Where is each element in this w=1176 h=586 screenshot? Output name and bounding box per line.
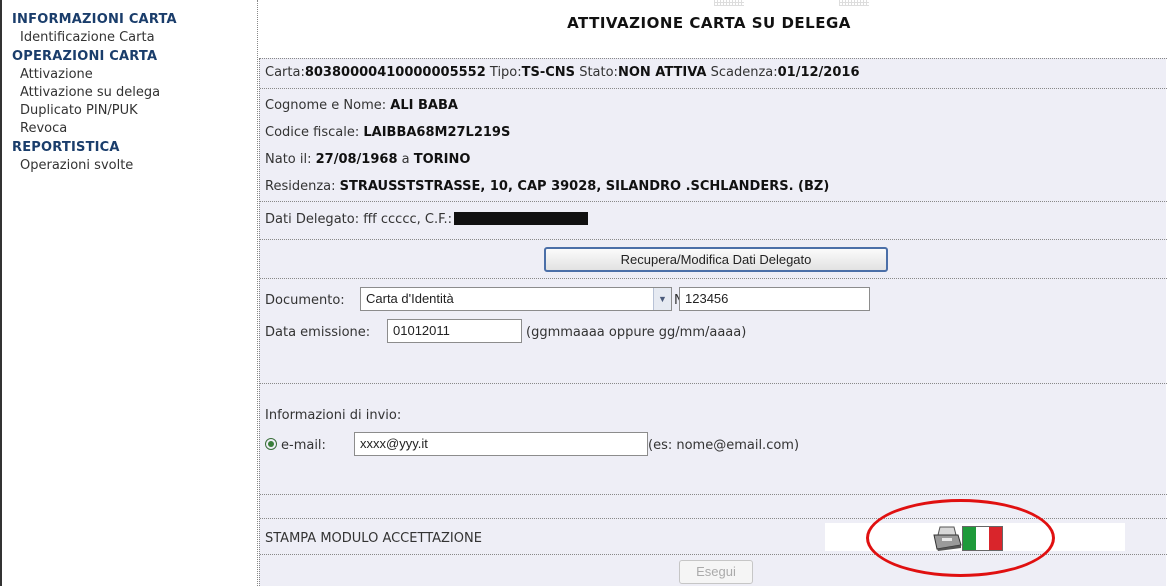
- activation-form-panel: Carta:80380000410000005552 Tipo:TS-CNS S…: [259, 58, 1167, 586]
- nome-label: Cognome e Nome:: [265, 98, 391, 113]
- nato-label: Nato il:: [265, 152, 316, 167]
- email-option[interactable]: e-mail:: [265, 438, 326, 453]
- watermark-pattern: [839, 0, 869, 6]
- sidebar-item-revoca[interactable]: Revoca: [2, 120, 257, 138]
- send-info-section: Informazioni di invio: e-mail: xxxx@yyy.…: [260, 383, 1167, 494]
- highlight-annotation: [866, 499, 1055, 577]
- esegui-button[interactable]: Esegui: [679, 560, 753, 584]
- carta-number: 80380000410000005552: [304, 65, 486, 80]
- redacted-fiscal-code: [454, 212, 588, 225]
- delegate-row: Dati Delegato: fff ccccc, C.F.:: [260, 201, 1167, 239]
- delegate-label: Dati Delegato: fff ccccc, C.F.:: [265, 212, 452, 227]
- chevron-down-icon[interactable]: ▼: [653, 288, 671, 310]
- date-format-hint: (ggmmaaaa oppure gg/mm/aaaa): [526, 325, 747, 340]
- sidebar-item-duplicato-pin-puk[interactable]: Duplicato PIN/PUK: [2, 102, 257, 120]
- holder-birth-line: Nato il: 27/08/1968 a TORINO: [265, 147, 470, 173]
- sidebar-item-operazioni-svolte[interactable]: Operazioni svolte: [2, 157, 257, 175]
- birth-date: 27/08/1968: [315, 152, 398, 167]
- documento-label: Documento:: [265, 293, 345, 308]
- holder-details: Cognome e Nome: ALI BABA Codice fiscale:…: [260, 88, 1167, 201]
- card-summary-row: Carta:80380000410000005552 Tipo:TS-CNS S…: [260, 58, 1167, 88]
- sidebar-section-informazioni-carta: INFORMAZIONI CARTA: [12, 12, 177, 27]
- watermark-pattern: [714, 0, 744, 6]
- sidebar-section-operazioni-carta: OPERAZIONI CARTA: [12, 49, 158, 64]
- tipo-value: TS-CNS: [521, 65, 576, 80]
- holder-cf: LAIBBA68M27L219S: [363, 125, 511, 140]
- email-hint: (es: nome@email.com): [648, 438, 800, 453]
- sidebar-item-identificazione-carta[interactable]: Identificazione Carta: [2, 29, 257, 47]
- holder-cf-line: Codice fiscale: LAIBBA68M27L219S: [265, 120, 510, 146]
- card-summary: Carta:80380000410000005552 Tipo:TS-CNS S…: [265, 65, 859, 80]
- holder-residence-line: Residenza: STRAUSSTSTRASSE, 10, CAP 3902…: [265, 174, 829, 200]
- residence: STRAUSSTSTRASSE, 10, CAP 39028, SILANDRO…: [339, 179, 830, 194]
- scadenza-label: Scadenza:: [706, 65, 778, 80]
- stampa-modulo-label: STAMPA MODULO ACCETTAZIONE: [265, 531, 482, 546]
- recupera-modifica-delegato-button[interactable]: Recupera/Modifica Dati Delegato: [544, 247, 888, 272]
- delegate-info: Dati Delegato: fff ccccc, C.F.:: [265, 212, 588, 227]
- email-input[interactable]: xxxx@yyy.it: [354, 432, 648, 456]
- documento-select[interactable]: Carta d'Identità ▼: [360, 287, 672, 311]
- res-label: Residenza:: [265, 179, 340, 194]
- scadenza-value: 01/12/2016: [777, 65, 860, 80]
- main-content: ATTIVAZIONE CARTA SU DELEGA Carta:803800…: [259, 0, 1176, 586]
- sidebar-section-reportistica: REPORTISTICA: [12, 140, 120, 155]
- sidebar-nav: INFORMAZIONI CARTA Identificazione Carta…: [0, 0, 258, 586]
- holder-name: ALI BABA: [390, 98, 458, 113]
- documento-selected: Carta d'Identità: [366, 291, 454, 306]
- birth-city: TORINO: [413, 152, 471, 167]
- email-radio[interactable]: [265, 438, 277, 450]
- nr-input[interactable]: 123456: [679, 287, 870, 311]
- stato-label: Stato:: [575, 65, 618, 80]
- data-emissione-input[interactable]: 01012011: [387, 319, 522, 343]
- tipo-label: Tipo:: [485, 65, 522, 80]
- carta-label: Carta:: [265, 65, 305, 80]
- data-emissione-label: Data emissione:: [265, 325, 371, 340]
- stato-value: NON ATTIVA: [617, 65, 707, 80]
- page-title: ATTIVAZIONE CARTA SU DELEGA: [567, 14, 851, 32]
- document-section: Documento: Carta d'Identità ▼ NR: 123456…: [260, 278, 1167, 383]
- sidebar-item-attivazione-su-delega[interactable]: Attivazione su delega: [2, 84, 257, 102]
- birth-sep: a: [397, 152, 414, 167]
- cf-label: Codice fiscale:: [265, 125, 364, 140]
- holder-name-line: Cognome e Nome: ALI BABA: [265, 93, 458, 119]
- sidebar-item-attivazione[interactable]: Attivazione: [2, 66, 257, 84]
- delegate-button-row: Recupera/Modifica Dati Delegato: [260, 239, 1167, 278]
- send-info-title: Informazioni di invio:: [265, 408, 402, 423]
- email-label: e-mail:: [281, 438, 326, 453]
